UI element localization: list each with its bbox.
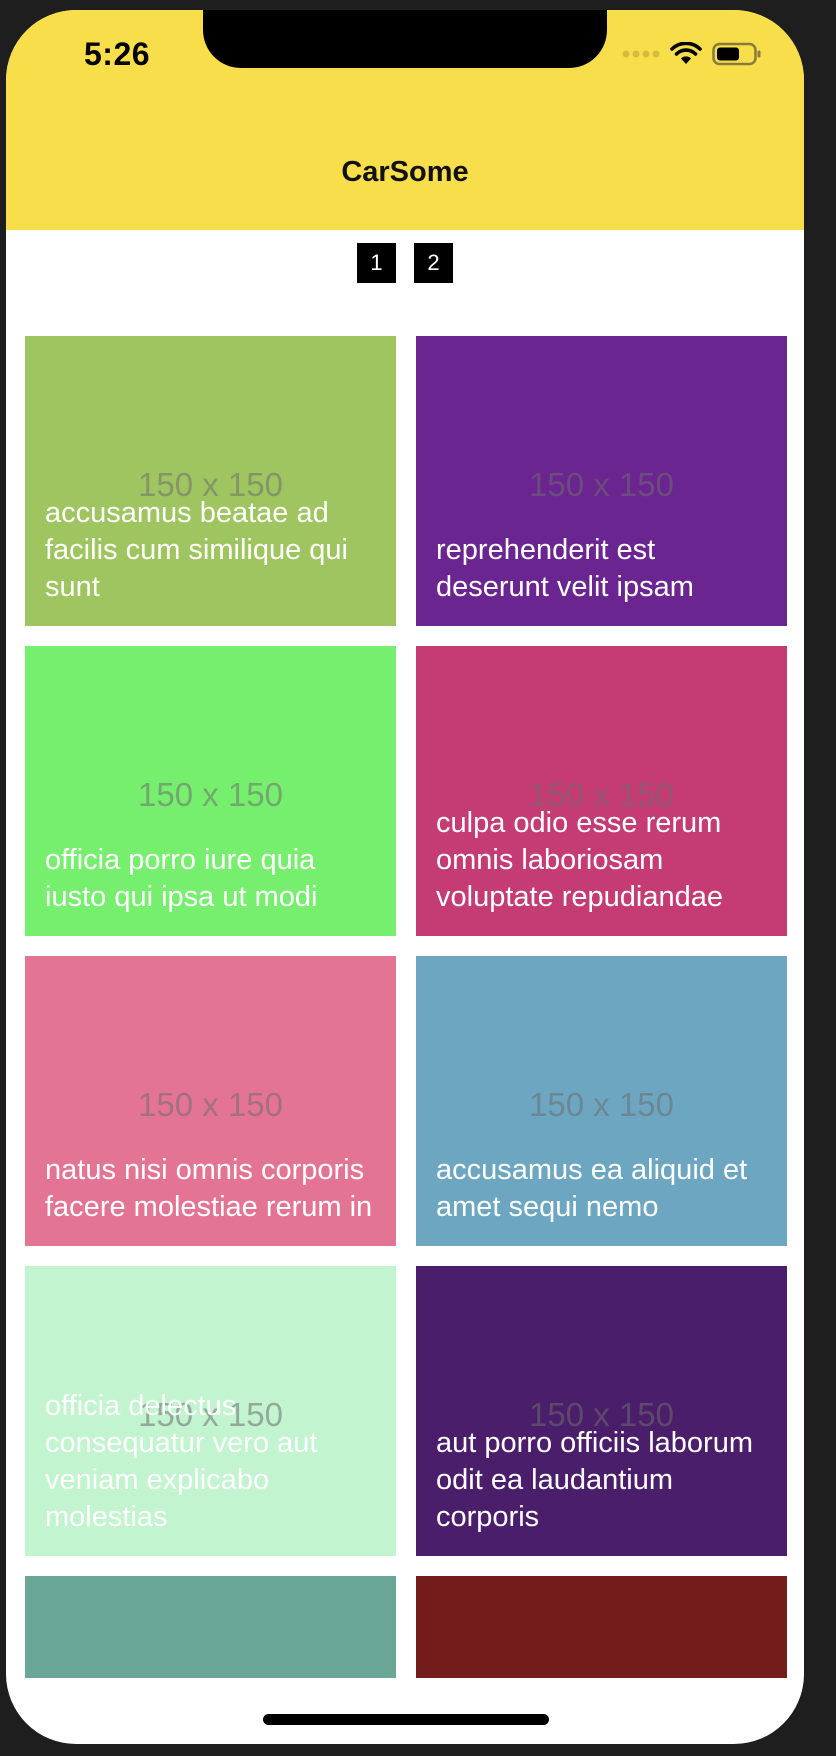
page-button-2[interactable]: 2 [414, 243, 453, 283]
pagination: 1 2 [6, 243, 804, 283]
photo-card[interactable]: 150 x 150 reprehenderit est deserunt vel… [416, 336, 787, 626]
wifi-icon [670, 42, 702, 64]
status-icons [622, 42, 762, 66]
page-title: CarSome [341, 156, 469, 188]
battery-icon [712, 42, 761, 66]
card-caption: culpa odio esse rerum omnis laboriosam v… [436, 807, 724, 913]
card-caption: officia delectus consequatur vero aut ve… [45, 1390, 318, 1533]
photo-card[interactable] [25, 1576, 396, 1678]
placeholder-label: 150 x 150 [138, 1086, 283, 1123]
photo-card[interactable]: 150 x 150 accusamus ea aliquid et amet s… [416, 956, 787, 1246]
phone-screen: 5:26 CarSome 1 2 150 x 150 accusamus bea… [6, 10, 804, 1744]
photo-card[interactable]: 150 x 150 officia porro iure quia iusto … [25, 646, 396, 936]
photo-card[interactable] [416, 1576, 787, 1678]
photo-card[interactable]: 150 x 150 aut porro officiis laborum odi… [416, 1266, 787, 1556]
placeholder-label: 150 x 150 [138, 776, 283, 813]
photo-card[interactable]: 150 x 150 officia delectus consequatur v… [25, 1266, 396, 1556]
photo-grid: 150 x 150 accusamus beatae ad facilis cu… [25, 336, 787, 1678]
photo-card[interactable]: 150 x 150 natus nisi omnis corporis face… [25, 956, 396, 1246]
page-button-1[interactable]: 1 [357, 243, 396, 283]
device-notch [203, 10, 607, 68]
home-indicator[interactable] [263, 1714, 549, 1725]
photo-card[interactable]: 150 x 150 culpa odio esse rerum omnis la… [416, 646, 787, 936]
card-caption: officia porro iure quia iusto qui ipsa u… [45, 844, 318, 913]
placeholder-label: 150 x 150 [529, 1086, 674, 1123]
card-caption: accusamus beatae ad facilis cum similiqu… [45, 497, 348, 603]
status-time: 5:26 [84, 36, 151, 72]
placeholder-label: 150 x 150 [529, 466, 674, 503]
photo-card[interactable]: 150 x 150 accusamus beatae ad facilis cu… [25, 336, 396, 626]
app-header: 5:26 CarSome [6, 10, 804, 230]
card-caption: natus nisi omnis corporis facere molesti… [45, 1154, 373, 1223]
card-caption: accusamus ea aliquid et amet sequi nemo [436, 1154, 748, 1223]
card-caption: reprehenderit est deserunt velit ipsam [436, 534, 694, 603]
card-caption: aut porro officiis laborum odit ea lauda… [436, 1427, 754, 1533]
signal-icon [622, 50, 660, 58]
